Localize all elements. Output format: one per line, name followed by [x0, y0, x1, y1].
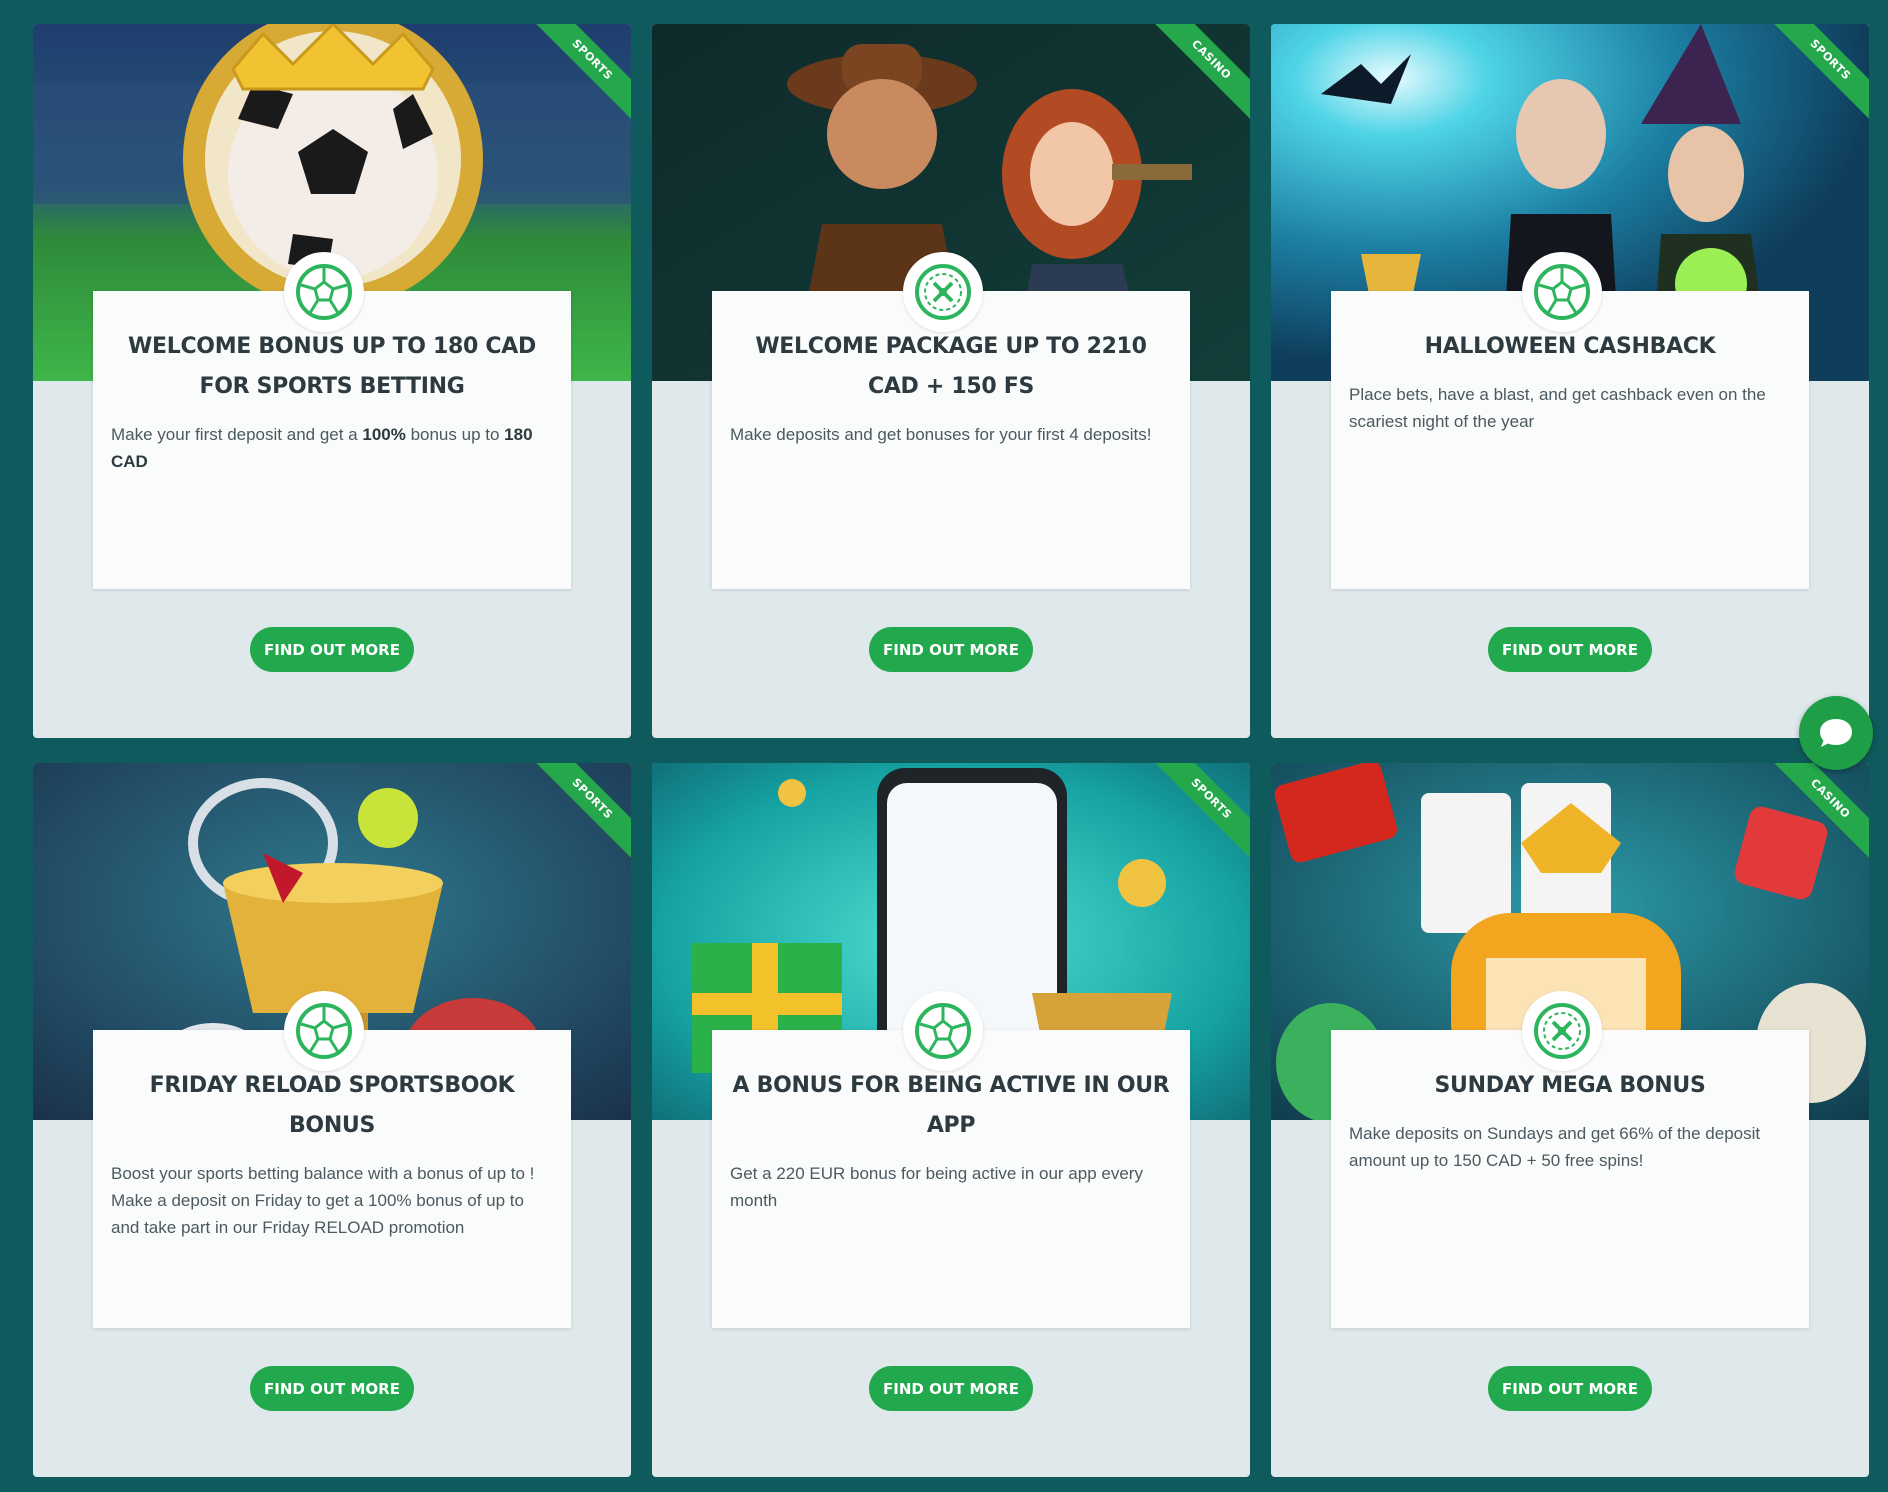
find-out-more-button[interactable]: Find out more [869, 1366, 1033, 1411]
find-out-more-button[interactable]: Find out more [1488, 1366, 1652, 1411]
promo-description: Get a 220 EUR bonus for being active in … [730, 1164, 1143, 1210]
promo-content-panel: Sunday mega bonus Make deposits on Sunda… [1331, 1030, 1809, 1328]
chat-button[interactable] [1799, 696, 1873, 770]
promo-description: Place bets, have a blast, and get cashba… [1349, 385, 1766, 431]
promo-card-sunday-mega: Casino Sunday mega bonus Make deposits o… [1271, 763, 1869, 1477]
roulette-wheel-icon [1522, 991, 1602, 1071]
soccer-ball-icon [284, 991, 364, 1071]
find-out-more-button[interactable]: Find out more [250, 627, 414, 672]
promo-title: Sunday mega bonus [1434, 1073, 1706, 1098]
roulette-wheel-icon [903, 252, 983, 332]
promo-content-panel: Halloween cashback Place bets, have a bl… [1331, 291, 1809, 589]
promo-description: Make deposits and get bonuses for your f… [730, 425, 1152, 444]
promo-title: Halloween cashback [1424, 334, 1716, 359]
promo-card-friday-reload: Sports Friday reload sportsbook bonus Bo… [33, 763, 631, 1477]
promo-title: Welcome bonus up to 180 CAD for sports b… [128, 334, 536, 399]
find-out-more-button[interactable]: Find out more [1488, 627, 1652, 672]
promo-content-panel: Welcome package up to 2210 CAD + 150 FS … [712, 291, 1190, 589]
promo-description: Make deposits on Sundays and get 66% of … [1349, 1124, 1761, 1170]
promo-title: Friday reload sportsbook bonus [149, 1073, 515, 1138]
promo-title: Welcome package up to 2210 CAD + 150 FS [755, 334, 1147, 399]
find-out-more-button[interactable]: Find out more [869, 627, 1033, 672]
promotions-grid: Sports Welcome bonus up to 180 CAD for s… [33, 24, 1870, 1477]
promo-content-panel: Friday reload sportsbook bonus Boost you… [93, 1030, 571, 1328]
promo-description: Make your first deposit and get a 100% b… [111, 425, 533, 471]
promo-content-panel: A bonus for being active in our app Get … [712, 1030, 1190, 1328]
promo-title: A bonus for being active in our app [732, 1073, 1170, 1138]
promo-card-welcome-sports: Sports Welcome bonus up to 180 CAD for s… [33, 24, 631, 738]
promo-description: Boost your sports betting balance with a… [111, 1164, 535, 1237]
find-out-more-button[interactable]: Find out more [250, 1366, 414, 1411]
soccer-ball-icon [903, 991, 983, 1071]
soccer-ball-icon [284, 252, 364, 332]
chat-bubble-icon [1820, 719, 1852, 747]
promo-content-panel: Welcome bonus up to 180 CAD for sports b… [93, 291, 571, 589]
promo-card-halloween-cashback: Sports Halloween cashback Place bets, ha… [1271, 24, 1869, 738]
promo-card-welcome-casino: Casino Welcome package up to 2210 CAD + … [652, 24, 1250, 738]
promo-card-app-bonus: Sports A bonus for being active in our a… [652, 763, 1250, 1477]
soccer-ball-icon [1522, 252, 1602, 332]
